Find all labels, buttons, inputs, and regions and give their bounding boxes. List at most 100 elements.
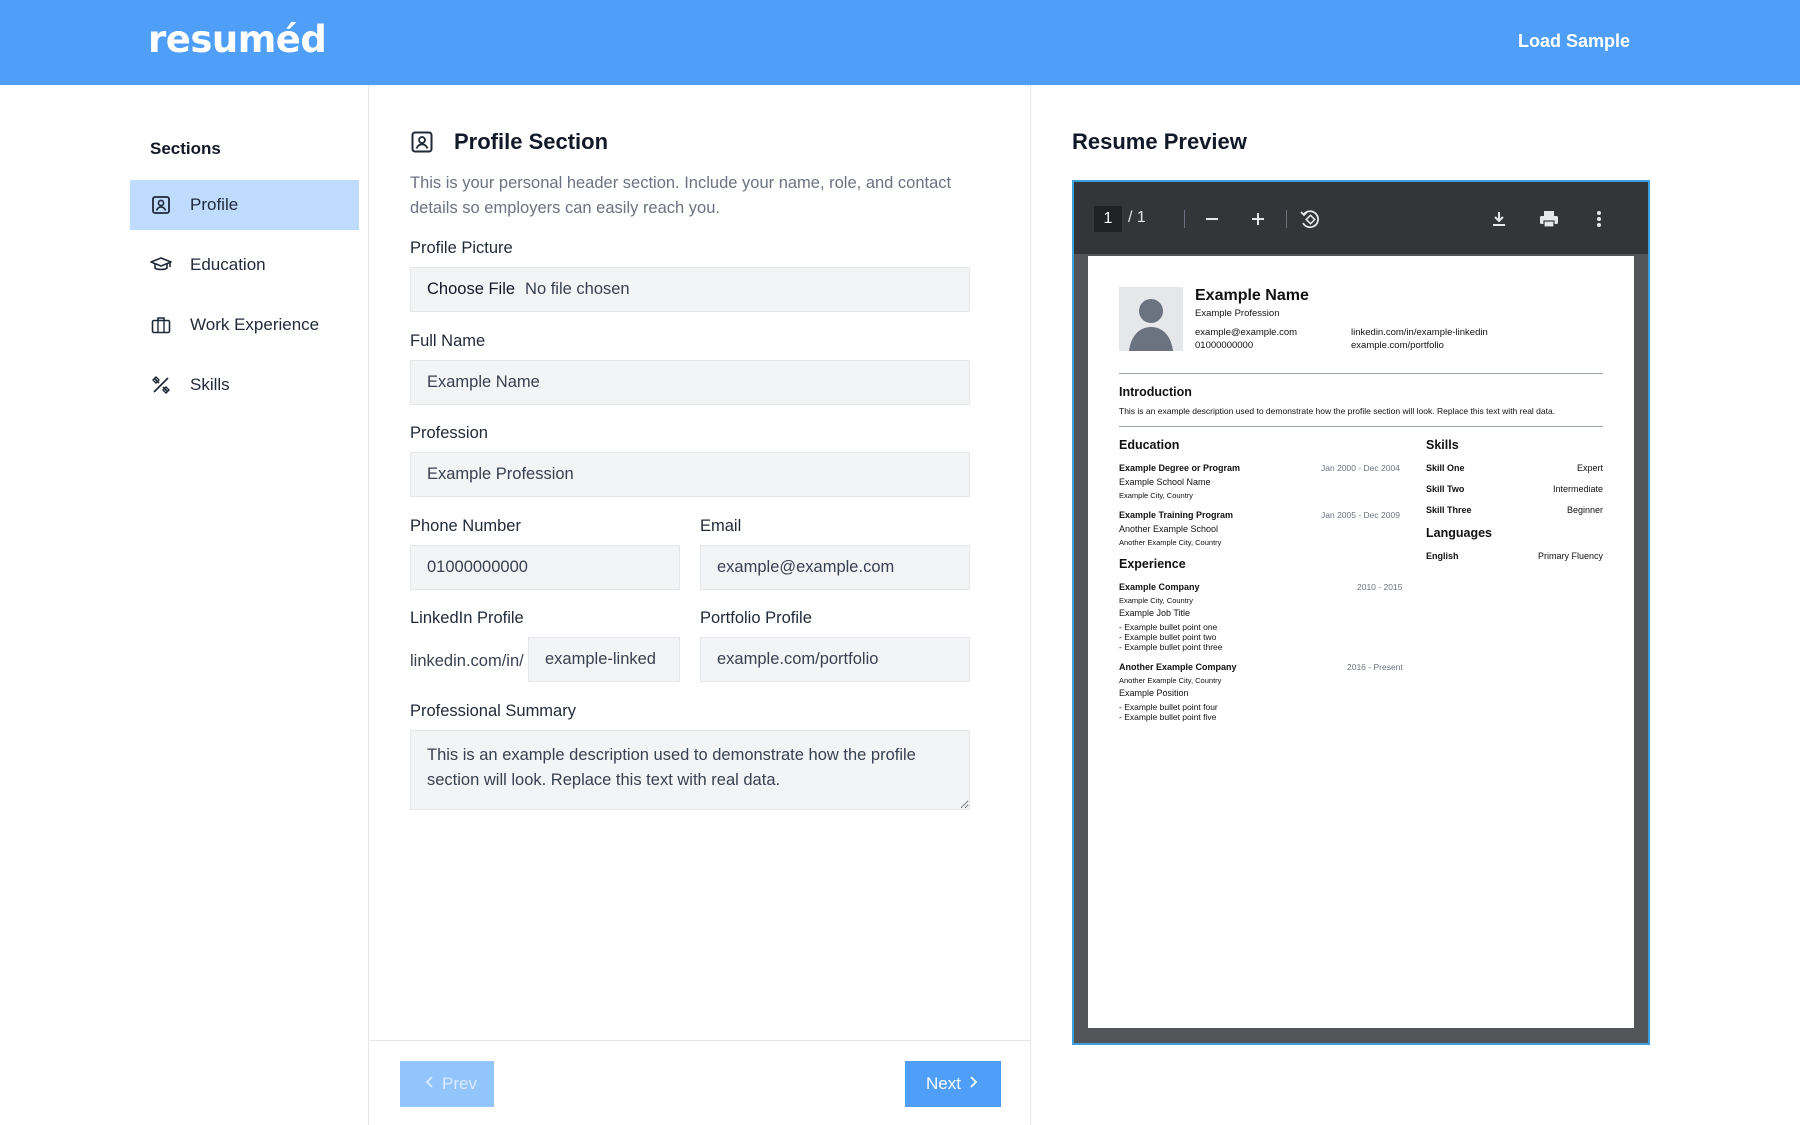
section-description: This is your personal header section. In… <box>410 174 952 217</box>
resume-edu-school: Another Example School <box>1119 524 1219 534</box>
resume-skill-level: Intermediate <box>1552 484 1603 494</box>
chevron-right-icon <box>969 1075 978 1093</box>
resume-skills-heading: Skills <box>1426 438 1459 452</box>
profile-picture-input[interactable]: Choose File No file chosen <box>410 267 970 312</box>
resume-edu-title: Example Degree or Program <box>1119 463 1241 473</box>
sidebar-item-education[interactable]: Education <box>130 240 359 290</box>
resume-skill-name: Skill Two <box>1426 484 1465 494</box>
sidebar-title: Sections <box>150 139 221 158</box>
portfolio-input[interactable] <box>700 637 970 682</box>
section-header: Profile Section <box>410 129 608 155</box>
resume-exp-role: Example Job Title <box>1119 608 1191 618</box>
form-footer-divider <box>370 1040 1031 1041</box>
linkedin-prefix: linkedin.com/in/ <box>410 652 524 670</box>
resume-page: Example Name Example Profession example@… <box>1088 256 1634 1028</box>
page-total: / 1 <box>1128 209 1146 226</box>
more-options-icon[interactable] <box>1585 205 1613 233</box>
resume-language-name: English <box>1426 551 1459 561</box>
graduation-cap-icon <box>150 254 172 276</box>
summary-label: Professional Summary <box>410 702 576 720</box>
resume-edu-location: Example City, Country <box>1119 491 1194 500</box>
prev-button[interactable]: Prev <box>400 1061 494 1107</box>
briefcase-icon <box>150 314 172 336</box>
email-input[interactable] <box>700 545 970 590</box>
resume-experience-heading: Experience <box>1119 557 1186 571</box>
resume-exp-bullet: - Example bullet point two <box>1119 632 1217 642</box>
resume-exp-dates: 2010 - 2015 <box>1357 582 1403 592</box>
resume-language-level: Primary Fluency <box>1537 551 1603 561</box>
pdf-toolbar: 1 / 1 <box>1074 182 1648 254</box>
resume-edu-title: Example Training Program <box>1119 510 1234 520</box>
resume-exp-location: Example City, Country <box>1119 596 1194 605</box>
preview-title: Resume Preview <box>1072 129 1247 154</box>
profile-icon <box>410 130 434 154</box>
print-icon[interactable] <box>1535 205 1563 233</box>
choose-file-button[interactable]: Choose File <box>427 280 515 299</box>
load-sample-button[interactable]: Load Sample <box>1518 31 1630 52</box>
tools-icon <box>150 374 172 396</box>
linkedin-label: LinkedIn Profile <box>410 609 524 627</box>
zoom-in-icon[interactable] <box>1244 205 1272 233</box>
summary-textarea[interactable]: This is an example description used to d… <box>410 730 970 810</box>
profession-input[interactable] <box>410 452 970 497</box>
chevron-left-icon <box>425 1075 434 1093</box>
phone-label: Phone Number <box>410 517 521 535</box>
sidebar-item-skills[interactable]: Skills <box>130 360 359 410</box>
phone-input[interactable] <box>410 545 680 590</box>
next-button[interactable]: Next <box>905 1061 1001 1107</box>
download-icon[interactable] <box>1485 205 1513 233</box>
profile-picture-label: Profile Picture <box>410 239 513 257</box>
linkedin-input[interactable] <box>528 637 680 682</box>
resume-edu-dates: Jan 2000 - Dec 2004 <box>1321 463 1400 473</box>
portfolio-label: Portfolio Profile <box>700 609 812 627</box>
resume-exp-bullet: - Example bullet point three <box>1119 642 1223 652</box>
zoom-out-icon[interactable] <box>1198 205 1226 233</box>
section-title: Profile Section <box>454 129 609 154</box>
file-status-text: No file chosen <box>525 280 630 298</box>
full-name-label: Full Name <box>410 332 486 350</box>
resume-skill-level: Beginner <box>1566 505 1603 515</box>
toolbar-divider <box>1184 210 1185 228</box>
profile-form-panel: Profile Section This is your personal he… <box>370 85 1031 1125</box>
rotate-icon[interactable] <box>1296 205 1324 233</box>
resume-divider <box>1119 426 1603 427</box>
pdf-viewer[interactable]: 1 / 1 Example Name Example Profession ex… <box>1072 180 1650 1045</box>
resume-skill-level: Expert <box>1576 463 1603 473</box>
sidebar-item-label: Education <box>190 255 266 274</box>
sidebar-item-label: Profile <box>190 195 239 214</box>
avatar-placeholder-icon <box>1119 287 1183 351</box>
resume-edu-school: Example School Name <box>1119 477 1211 487</box>
resume-languages-heading: Languages <box>1426 526 1492 540</box>
resume-skill-name: Skill Three <box>1426 505 1472 515</box>
app-logo[interactable]: resuméd <box>148 18 327 61</box>
resume-intro-heading: Introduction <box>1119 385 1192 399</box>
resume-profession: Example Profession <box>1195 308 1280 319</box>
profile-icon <box>150 194 172 216</box>
resume-exp-bullet: - Example bullet point one <box>1119 622 1218 632</box>
next-label: Next <box>926 1074 961 1093</box>
profession-label: Profession <box>410 424 488 442</box>
resume-exp-bullet: - Example bullet point four <box>1119 702 1218 712</box>
resume-name: Example Name <box>1195 287 1309 304</box>
resume-skill-name: Skill One <box>1426 463 1465 473</box>
top-navbar: resuméd Load Sample <box>0 0 1800 85</box>
prev-label: Prev <box>442 1074 477 1093</box>
resume-exp-bullet: - Example bullet point five <box>1119 712 1217 722</box>
resume-education-heading: Education <box>1119 438 1180 452</box>
toolbar-divider <box>1286 210 1287 228</box>
page-number-input[interactable]: 1 <box>1094 206 1122 232</box>
resume-exp-company: Example Company <box>1119 582 1200 592</box>
sidebar-item-label: Work Experience <box>190 315 320 334</box>
resume-exp-role: Example Position <box>1119 688 1189 698</box>
resume-intro-text: This is an example description used to d… <box>1119 406 1556 416</box>
resume-exp-location: Another Example City, Country <box>1119 676 1222 685</box>
resume-email: example@example.com <box>1195 327 1298 338</box>
full-name-input[interactable] <box>410 360 970 405</box>
sections-sidebar: Sections Profile Education Work Experien… <box>0 85 369 1125</box>
sidebar-item-profile[interactable]: Profile <box>130 180 359 230</box>
resume-exp-company: Another Example Company <box>1119 662 1237 672</box>
resume-phone: 01000000000 <box>1195 340 1254 351</box>
sidebar-item-work-experience[interactable]: Work Experience <box>130 300 359 350</box>
resume-edu-dates: Jan 2005 - Dec 2009 <box>1321 510 1400 520</box>
resume-exp-dates: 2016 - Present <box>1347 662 1403 672</box>
